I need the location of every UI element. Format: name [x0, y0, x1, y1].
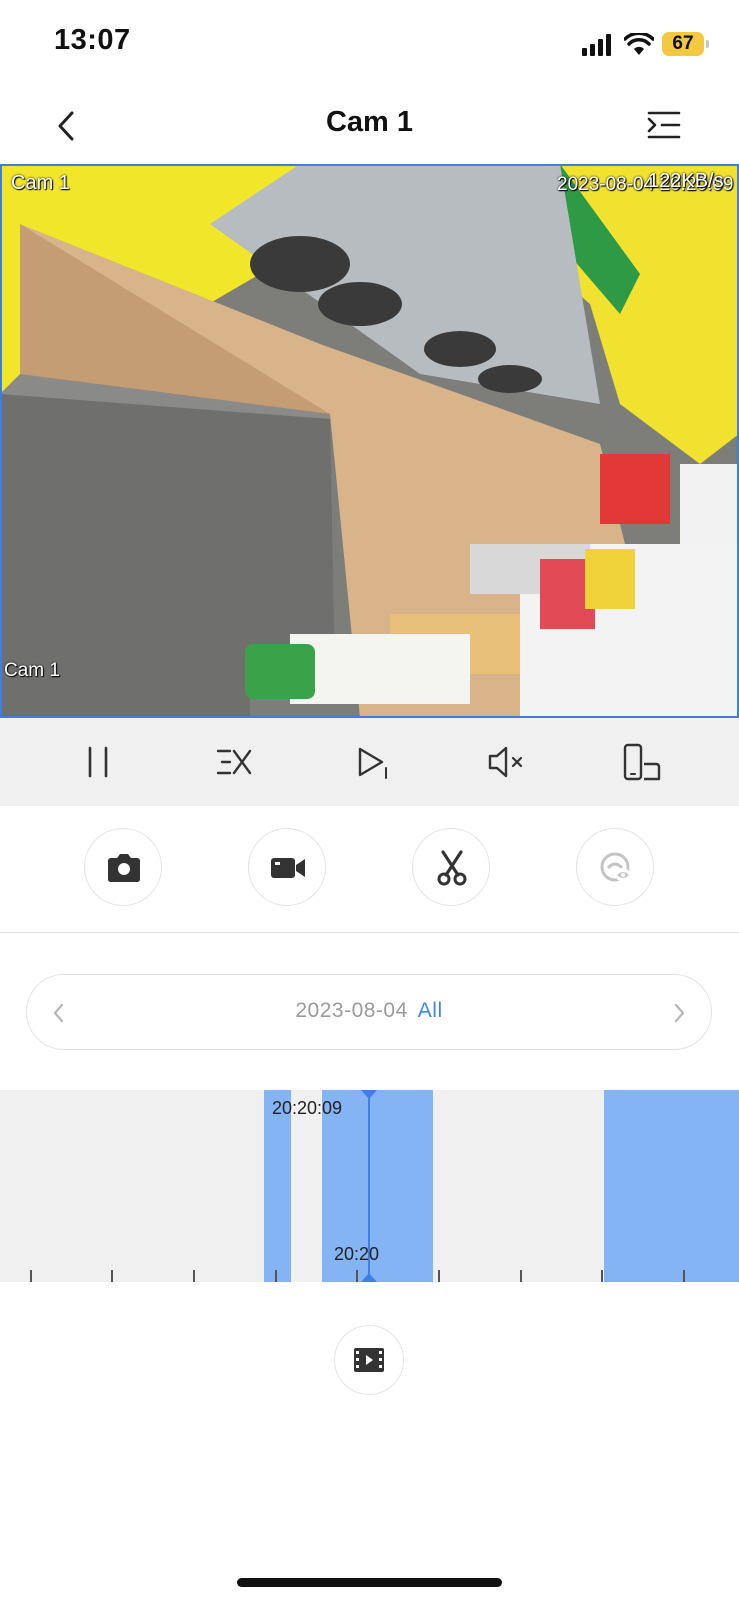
pause-icon[interactable] — [76, 740, 120, 784]
camera-scene — [2, 166, 737, 716]
recordings-list-button[interactable] — [334, 1325, 404, 1395]
privacy-mask-button[interactable] — [576, 828, 654, 906]
record-button[interactable] — [248, 828, 326, 906]
timeline-tick — [30, 1270, 32, 1282]
timeline-tick — [520, 1270, 522, 1282]
channel-list-icon[interactable] — [645, 106, 683, 144]
timeline[interactable]: 20:20:09 20:20 — [0, 1090, 739, 1282]
status-icons: 67 — [580, 30, 720, 60]
timeline-current-time: 20:20:09 — [272, 1098, 343, 1118]
timeline-tick — [356, 1270, 358, 1282]
timeline-tick — [193, 1270, 195, 1282]
snapshot-button[interactable] — [84, 828, 162, 906]
battery-cap — [706, 40, 709, 48]
record-icon — [271, 858, 305, 878]
timeline-tick — [438, 1270, 440, 1282]
camera-icon — [108, 854, 140, 882]
rotate-screen-icon[interactable] — [620, 740, 664, 784]
timeline-tick — [111, 1270, 113, 1282]
recording-segment[interactable] — [604, 1090, 739, 1282]
chevron-right-icon[interactable] — [667, 999, 691, 1027]
play-frame-icon[interactable] — [350, 740, 394, 784]
bitrate-label: 122KB/s — [648, 170, 724, 192]
film-icon — [354, 1348, 384, 1372]
channel-label: Cam 1 — [11, 172, 70, 194]
playback-toolbar — [0, 718, 739, 806]
section-divider — [0, 932, 739, 933]
playhead-top-marker — [361, 1090, 377, 1099]
timeline-tick — [601, 1270, 603, 1282]
speed-icon[interactable] — [212, 740, 256, 784]
date-display[interactable]: 2023-08-04 All — [27, 999, 711, 1023]
playhead-bottom-marker — [361, 1273, 377, 1282]
mute-icon[interactable] — [484, 740, 528, 784]
privacy-eye-icon — [600, 852, 630, 882]
filter-all[interactable]: All — [418, 999, 443, 1022]
signal-icon — [582, 34, 611, 56]
channel-overlay-label: Cam 1 — [4, 660, 60, 681]
battery-icon: 67 — [662, 32, 704, 56]
timeline-tick — [683, 1270, 685, 1282]
clip-button[interactable] — [412, 828, 490, 906]
home-indicator[interactable] — [237, 1578, 502, 1587]
camera-video-feed[interactable]: Cam 1 Cam 1 2023-08-04 20:20:09 122KB/s — [0, 164, 739, 718]
status-time: 13:07 — [54, 24, 131, 56]
wifi-icon — [624, 33, 654, 55]
timeline-hour-label: 20:20 — [334, 1244, 380, 1264]
date-value: 2023-08-04 — [295, 999, 408, 1022]
scissors-icon — [437, 850, 467, 886]
page-title: Cam 1 — [325, 106, 414, 138]
timeline-tick — [275, 1270, 277, 1282]
date-selector: 2023-08-04 All — [26, 974, 712, 1050]
